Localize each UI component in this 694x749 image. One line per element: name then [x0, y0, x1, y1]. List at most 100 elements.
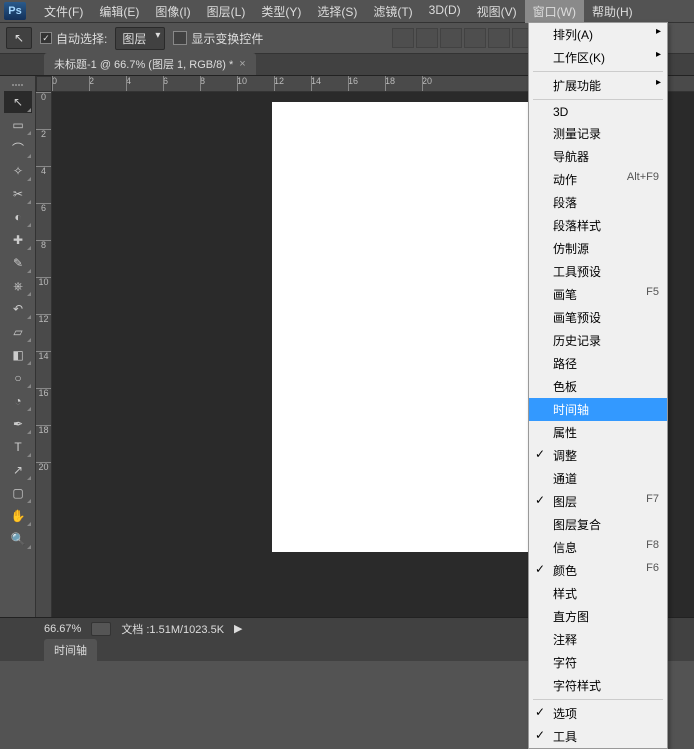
path-select-tool[interactable]: ↗ — [4, 459, 32, 481]
document-info[interactable]: 文档 :1.51M/1023.5K — [121, 621, 224, 637]
menu-item-label: 历史记录 — [553, 332, 601, 349]
menu-item-label: 时间轴 — [553, 401, 589, 418]
hand-tool[interactable]: ✋ — [4, 505, 32, 527]
menu-窗口w[interactable]: 窗口(W) — [525, 0, 584, 23]
menu-滤镜t[interactable]: 滤镜(T) — [365, 0, 420, 23]
gradient-tool[interactable]: ◧ — [4, 344, 32, 366]
menu-item-调整[interactable]: ✓调整 — [529, 444, 667, 467]
zoom-level[interactable]: 66.67% — [44, 623, 81, 635]
align-left-button[interactable] — [464, 28, 486, 48]
menu-item-段落样式[interactable]: 段落样式 — [529, 214, 667, 237]
eyedropper-tool[interactable]: ◐ — [4, 206, 32, 228]
menu-item-通道[interactable]: 通道 — [529, 467, 667, 490]
menu-item-工具预设[interactable]: 工具预设 — [529, 260, 667, 283]
status-icon[interactable] — [91, 622, 111, 636]
layer-select-dropdown[interactable]: 图层 — [115, 27, 165, 50]
menu-item-直方图[interactable]: 直方图 — [529, 605, 667, 628]
menu-separator — [533, 99, 663, 100]
menu-item-排列(A)[interactable]: 排列(A) — [529, 23, 667, 46]
menu-视图v[interactable]: 视图(V) — [469, 0, 525, 23]
toolbox-grip[interactable] — [0, 80, 35, 90]
menu-item-扩展功能[interactable]: 扩展功能 — [529, 74, 667, 97]
menu-item-历史记录[interactable]: 历史记录 — [529, 329, 667, 352]
menu-3dd[interactable]: 3D(D) — [421, 0, 469, 23]
move-tool-preset-icon[interactable]: ↖ — [6, 27, 32, 49]
menu-item-label: 3D — [553, 105, 568, 119]
document-tab[interactable]: 未标题-1 @ 66.7% (图层 1, RGB/8) * × — [44, 53, 256, 75]
type-tool[interactable]: T — [4, 436, 32, 458]
menu-item-label: 测量记录 — [553, 125, 601, 142]
menu-item-属性[interactable]: 属性 — [529, 421, 667, 444]
zoom-tool[interactable]: 🔍 — [4, 528, 32, 550]
menu-帮助h[interactable]: 帮助(H) — [584, 0, 641, 23]
menu-item-字符样式[interactable]: 字符样式 — [529, 674, 667, 697]
menu-item-选项[interactable]: ✓选项 — [529, 702, 667, 725]
menu-item-颜色[interactable]: ✓颜色F6 — [529, 559, 667, 582]
ruler-tick: 18 — [36, 425, 51, 462]
menu-item-工作区(K)[interactable]: 工作区(K) — [529, 46, 667, 69]
stamp-tool[interactable]: ⎈ — [4, 275, 32, 297]
check-icon: ✓ — [535, 493, 545, 507]
menu-item-样式[interactable]: 样式 — [529, 582, 667, 605]
healing-tool[interactable]: ✚ — [4, 229, 32, 251]
menu-item-图层[interactable]: ✓图层F7 — [529, 490, 667, 513]
pen-tool[interactable]: ✒ — [4, 413, 32, 435]
menu-item-label: 仿制源 — [553, 240, 589, 257]
transform-controls-checkbox[interactable]: 显示变换控件 — [173, 30, 263, 47]
menu-类型y[interactable]: 类型(Y) — [253, 0, 309, 23]
eraser-tool[interactable]: ▱ — [4, 321, 32, 343]
align-hcenter-button[interactable] — [488, 28, 510, 48]
close-icon[interactable]: × — [239, 58, 245, 70]
lasso-tool[interactable]: ⌒ — [4, 137, 32, 159]
menu-item-时间轴[interactable]: 时间轴 — [529, 398, 667, 421]
menu-item-色板[interactable]: 色板 — [529, 375, 667, 398]
dodge-tool[interactable]: ◔ — [4, 390, 32, 412]
move-tool[interactable]: ↖ — [4, 91, 32, 113]
check-icon: ✓ — [535, 447, 545, 461]
menu-图层l[interactable]: 图层(L) — [199, 0, 254, 23]
ruler-tick: 4 — [126, 76, 163, 86]
menu-item-工具[interactable]: ✓工具 — [529, 725, 667, 748]
menu-item-导航器[interactable]: 导航器 — [529, 145, 667, 168]
history-brush-tool[interactable]: ↶ — [4, 298, 32, 320]
menu-item-动作[interactable]: 动作Alt+F9 — [529, 168, 667, 191]
status-arrow-icon[interactable]: ▶ — [234, 622, 242, 635]
menu-item-label: 样式 — [553, 585, 577, 602]
auto-select-checkbox[interactable]: ✓ 自动选择: — [40, 30, 107, 47]
menu-item-画笔[interactable]: 画笔F5 — [529, 283, 667, 306]
menu-item-路径[interactable]: 路径 — [529, 352, 667, 375]
menu-item-注释[interactable]: 注释 — [529, 628, 667, 651]
magic-wand-tool[interactable]: ✧ — [4, 160, 32, 182]
timeline-tab[interactable]: 时间轴 — [44, 639, 97, 661]
menu-图像i[interactable]: 图像(I) — [147, 0, 198, 23]
menu-编辑e[interactable]: 编辑(E) — [91, 0, 147, 23]
crop-tool[interactable]: ✂ — [4, 183, 32, 205]
brush-tool[interactable]: ✎ — [4, 252, 32, 274]
align-bottom-button[interactable] — [440, 28, 462, 48]
menu-选择s[interactable]: 选择(S) — [309, 0, 365, 23]
menu-item-图层复合[interactable]: 图层复合 — [529, 513, 667, 536]
align-vcenter-button[interactable] — [416, 28, 438, 48]
menu-文件f[interactable]: 文件(F) — [36, 0, 91, 23]
menubar: Ps 文件(F)编辑(E)图像(I)图层(L)类型(Y)选择(S)滤镜(T)3D… — [0, 0, 694, 22]
menu-item-label: 字符样式 — [553, 677, 601, 694]
menu-item-画笔预设[interactable]: 画笔预设 — [529, 306, 667, 329]
menu-item-label: 段落 — [553, 194, 577, 211]
menu-item-仿制源[interactable]: 仿制源 — [529, 237, 667, 260]
marquee-tool[interactable]: ▭ — [4, 114, 32, 136]
menu-item-字符[interactable]: 字符 — [529, 651, 667, 674]
checkbox-icon — [173, 31, 187, 45]
menu-item-信息[interactable]: 信息F8 — [529, 536, 667, 559]
ruler-origin[interactable] — [36, 76, 52, 92]
align-top-button[interactable] — [392, 28, 414, 48]
menu-item-测量记录[interactable]: 测量记录 — [529, 122, 667, 145]
auto-select-label: 自动选择: — [56, 30, 107, 47]
menu-shortcut: F5 — [646, 286, 659, 303]
menu-item-label: 信息 — [553, 539, 577, 556]
ruler-vertical[interactable]: 02468101214161820 — [36, 92, 52, 617]
blur-tool[interactable]: ○ — [4, 367, 32, 389]
menu-item-3D[interactable]: 3D — [529, 102, 667, 122]
menu-item-段落[interactable]: 段落 — [529, 191, 667, 214]
rectangle-tool[interactable]: ▢ — [4, 482, 32, 504]
menu-item-label: 图层 — [553, 493, 577, 510]
